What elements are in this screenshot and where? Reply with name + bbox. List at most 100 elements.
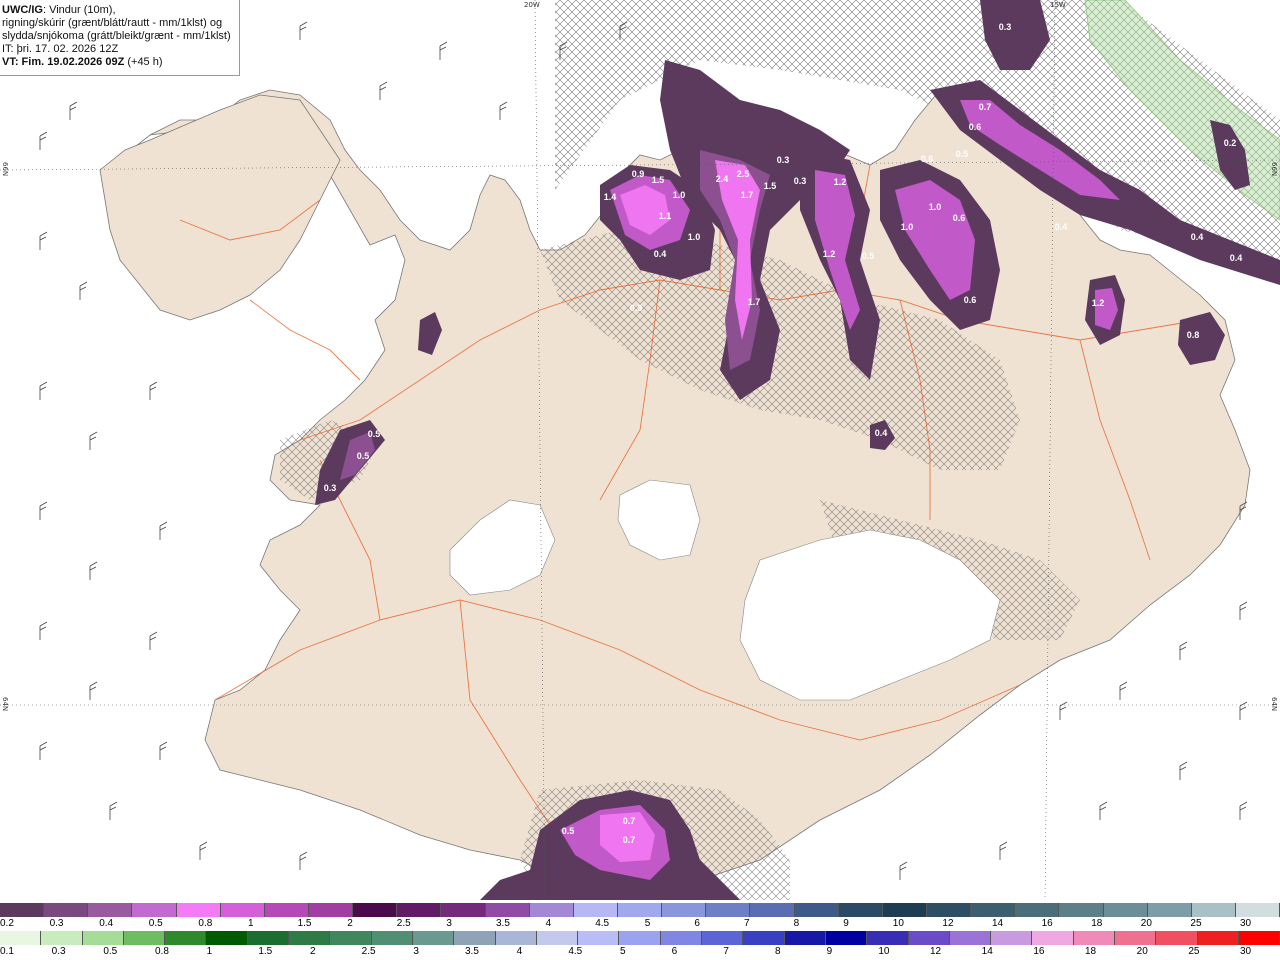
legend-tick-label: 3.5: [496, 918, 510, 929]
title-line1: : Vindur (10m),: [42, 4, 116, 16]
legend-swatch: [908, 931, 950, 945]
legend-tick-label: 14: [992, 918, 1004, 929]
precip-value-label: 0.3: [630, 303, 643, 313]
precip-value-label: 0.6: [969, 122, 982, 132]
precip-value-label: 0.7: [979, 102, 992, 112]
lead-time: (+45 h): [124, 56, 163, 68]
lon-label-15w: 15W: [1050, 1, 1066, 9]
legend-tick-label: 8: [793, 918, 800, 929]
legend-swatch: [495, 931, 537, 945]
legend-tick-label: 2: [310, 946, 316, 957]
legend-swatch: [371, 931, 413, 945]
legend-tick-label: 14: [981, 946, 993, 957]
legend-swatch: [991, 931, 1033, 945]
product-name: UWC/IG: [2, 4, 43, 16]
legend-swatch: [88, 903, 133, 917]
legend-snow-labels: 0.2 0.3 0.4 0.5 0.8 1 1.5 2 2.5 3 3.5 4 4.5 5 6 7 8 9 10 12…: [0, 918, 1280, 932]
legend-tick-label: 6: [671, 946, 678, 957]
legend-swatch: [1059, 903, 1104, 917]
legend-swatch: [536, 931, 579, 945]
legend-tick-label: 7: [744, 918, 750, 929]
legend-swatch: [82, 931, 124, 945]
legend-swatch: [1073, 931, 1116, 945]
precip-value-label: 1.0: [901, 222, 914, 232]
precip-value-label: 1.7: [748, 297, 761, 307]
legend-swatch: [617, 903, 663, 917]
legend-tick-label: 0.3: [49, 918, 64, 929]
legend-swatch: [1103, 903, 1148, 917]
legend-tick-label: 2: [347, 918, 353, 929]
legend-tick-label: 3.5: [465, 946, 479, 957]
legend-tick-label: 9: [826, 946, 833, 957]
legend-tick-label: 18: [1085, 946, 1097, 957]
legend-swatch: [1015, 903, 1060, 917]
legend-tick-label: 12: [942, 918, 954, 929]
legend-tick-label: 0.1: [0, 946, 14, 957]
legend-swatch: [412, 931, 455, 945]
precip-value-label: 1.4: [604, 192, 617, 202]
legend-tick-label: 0.5: [103, 946, 118, 957]
precip-value-label: 0.7: [623, 816, 636, 826]
legend-swatch: [825, 931, 868, 945]
legend-tick-label: 12: [930, 946, 942, 957]
legend-swatch: [1238, 931, 1280, 945]
legend-tick-label: 16: [1033, 946, 1045, 957]
legend-tick-label: 0.3: [51, 946, 66, 957]
legend-tick-label: 5: [620, 946, 626, 957]
legend-swatch: [41, 931, 83, 945]
legend-swatch: [44, 903, 89, 917]
legend-tick-label: 6: [694, 918, 700, 929]
lat-label-64n-right: 64N: [1270, 697, 1278, 712]
legend-tick-label: 0.8: [198, 918, 213, 929]
legend-swatch: [220, 903, 265, 917]
legend-swatch: [1032, 931, 1074, 945]
precip-value-label: 0.6: [953, 213, 966, 223]
precip-value-label: 1.2: [1092, 298, 1105, 308]
precip-value-label: 1.0: [929, 202, 942, 212]
legend-swatch: [165, 931, 207, 945]
legend-tick-label: 1.5: [297, 918, 312, 929]
legend-swatch: [206, 931, 248, 945]
legend-tick-label: 0.5: [148, 918, 163, 929]
legend-swatch: [176, 903, 221, 917]
legend-swatch: [867, 931, 909, 945]
legend-swatch: [662, 903, 707, 917]
legend-swatch: [454, 931, 496, 945]
precip-value-label: 0.5: [862, 251, 875, 261]
legend-swatch: [308, 903, 354, 917]
legend-snow-colorbar: [0, 903, 1280, 917]
legend-swatch: [264, 903, 309, 917]
precip-value-label: 0.6: [921, 154, 934, 164]
legend-swatch: [706, 903, 751, 917]
legend-tick-label: 1: [206, 946, 213, 957]
legend-rain-colorbar: [0, 931, 1280, 945]
precip-value-label: 0.3: [324, 483, 337, 493]
precip-value-label: 0.4: [1055, 222, 1068, 232]
legend-tick-label: 5: [644, 918, 651, 929]
precip-value-label: 1.2: [823, 249, 836, 259]
legend-swatch: [794, 903, 839, 917]
legend-swatch: [485, 903, 530, 917]
legend-swatch: [578, 931, 620, 945]
title-line3: slydda/snjókoma (grátt/bleikt/grænt - mm…: [2, 30, 231, 42]
legend-tick-label: 18: [1091, 918, 1103, 929]
lat-label-64n-left: 64N: [1, 697, 9, 712]
precip-value-label: 2.4: [716, 174, 729, 184]
precip-value-label: 0.5: [368, 429, 381, 439]
precip-value-label: 0.5: [956, 149, 969, 159]
weather-map: 0.3 0.7 0.6 0.5 0.2 0.6 0.3 2.4 2.5 1.5 0.3 1.2 1.5 1…: [0, 0, 1280, 900]
legend-swatch: [926, 903, 972, 917]
precip-value-label: 1.0: [688, 232, 701, 242]
legend-swatch: [1197, 931, 1239, 945]
precip-value-label: 0.4: [1230, 253, 1243, 263]
legend-tick-label: 0.2: [0, 918, 14, 929]
precip-value-label: 0.8: [1187, 330, 1200, 340]
legend-tick-label: 4.5: [568, 946, 583, 957]
legend-swatch: [882, 903, 927, 917]
legend-tick-label: 9: [843, 918, 849, 929]
legend-tick-label: 16: [1041, 918, 1053, 929]
precip-value-label: 1.0: [673, 190, 686, 200]
precip-value-label: 0.4: [1191, 232, 1204, 242]
legend-swatch: [702, 931, 744, 945]
legend-swatch: [573, 903, 618, 917]
